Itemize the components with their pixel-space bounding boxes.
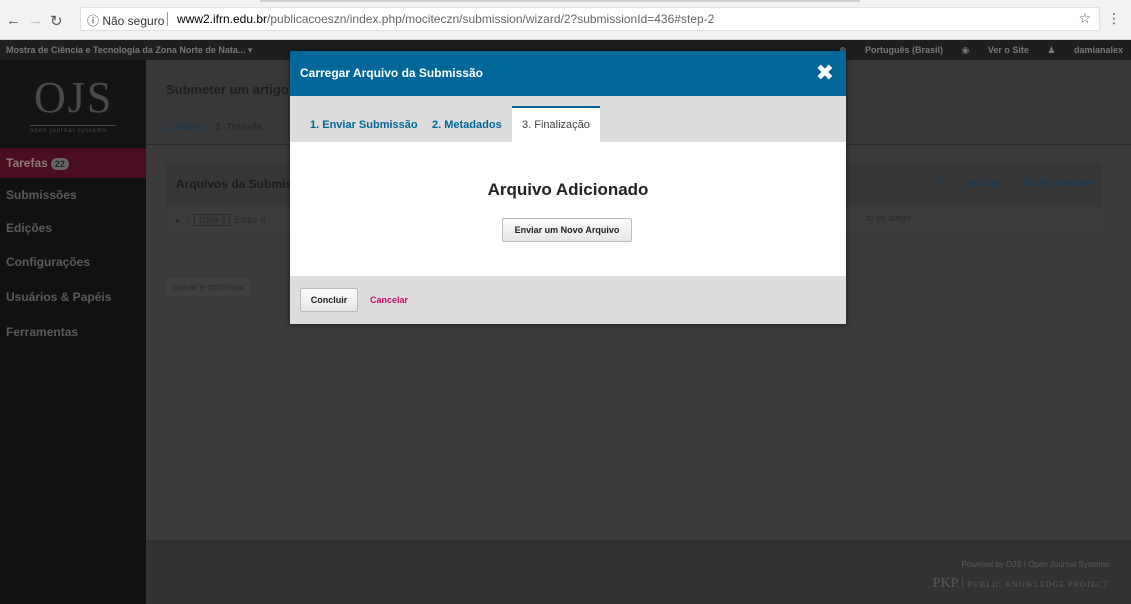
search-link[interactable]: ⚲ Buscar [936,178,1000,189]
page-footer: Powered by OJS | Open Journal Systems PK… [146,540,1131,604]
language-link[interactable]: ⊕ Português (Brasil) [839,45,943,55]
tab-metadados[interactable]: 2. Metadados [422,108,512,142]
browser-menu-icon[interactable]: ⋮ [1107,10,1121,27]
security-indicator[interactable]: ⓘ Não seguro [87,12,164,29]
close-icon[interactable]: ✖ [816,60,834,86]
file-icon: 🗋 [183,215,191,225]
modal-tabs: 1. Enviar Submissão 2. Metadados 3. Fina… [290,96,846,142]
omnibox-divider [167,12,168,26]
logo-rule [30,125,116,126]
file-type: to do artigo [866,213,912,223]
task-count-badge: 22 [50,158,69,170]
language-label: Português (Brasil) [864,45,943,55]
address-bar[interactable]: ⓘ Não seguro www2.ifrn.edu.br/publicacoe… [80,7,1100,31]
bookmark-star-icon[interactable]: ☆ [1078,10,1091,27]
panel-title: Arquivos da Submiss [176,177,299,191]
ojs-logo[interactable]: OJS open journal systems [0,60,146,145]
file-name: Editor d [234,215,266,225]
page-title: Submeter um artigo [166,82,289,97]
view-site-link[interactable]: ◉ Ver o Site [961,45,1028,55]
sidebar: OJS open journal systems Tarefas 22 Submi… [0,60,146,604]
sidebar-item-label: Tarefas [6,156,48,170]
sidebar-item-submissoes[interactable]: Submissões [0,180,146,210]
modal-footer: Concluir Cancelar [290,276,846,324]
upload-file-link[interactable]: Enviar Arquivo [1023,178,1094,189]
browser-toolbar: ← → ↻ ⓘ Não seguro www2.ifrn.edu.br/publ… [0,0,1131,40]
search-label: Buscar [966,178,1001,189]
url-path: /publicacoeszn/index.php/mociteczn/submi… [267,12,715,26]
logo-text: OJS [34,73,114,122]
forward-icon[interactable]: → [28,12,43,29]
sidebar-item-label: Usuários & Papéis [6,290,112,304]
back-icon[interactable]: ← [6,12,21,29]
tab-enviar-submissao[interactable]: 1. Enviar Submissão [300,108,428,142]
file-row[interactable]: ▸ 🗋 1099-1 Editor d [176,213,265,229]
pkp-mark: PKP [932,576,958,591]
sidebar-item-label: Submissões [6,188,77,202]
powered-by: Powered by OJS | Open Journal Systems [961,560,1109,569]
journal-context-switch[interactable]: Mostra de Ciência e Tecnologia da Zona N… [6,45,252,56]
url-host: www2.ifrn.edu.br [177,12,268,26]
sidebar-item-label: Edições [6,221,53,235]
sidebar-item-ferramentas[interactable]: Ferramentas [0,317,146,347]
wizard-steps: 1. Início 2. Transfe [166,122,262,133]
panel-actions: ⚲ Buscar Enviar Arquivo [916,178,1094,189]
modal-header: Carregar Arquivo da Submissão ✖ [290,51,846,96]
url-text[interactable]: www2.ifrn.edu.br/publicacoeszn/index.php… [177,12,714,26]
sidebar-item-usuarios[interactable]: Usuários & Papéis [0,282,146,312]
sidebar-item-tarefas[interactable]: Tarefas 22 [0,148,146,178]
sidebar-item-label: Configurações [6,255,91,269]
pkp-logo[interactable]: PKP | PUBLIC KNOWLEDGE PROJECT [933,576,1109,592]
tab-strip [260,0,860,5]
pkp-name: PUBLIC KNOWLEDGE PROJECT [967,580,1109,589]
logo-subtitle: open journal systems [30,128,107,134]
sidebar-item-edicoes[interactable]: Edições [0,213,146,243]
sidebar-item-label: Ferramentas [6,325,79,339]
step-inicio[interactable]: 1. Início [166,122,203,133]
expand-icon[interactable]: ▸ [176,215,181,225]
sidebar-item-configuracoes[interactable]: Configurações [0,247,146,277]
topbar-right: ⊕ Português (Brasil) ◉ Ver o Site ♟ dami… [823,45,1123,56]
step-transferir[interactable]: 2. Transfe [215,122,262,133]
file-id: 1099-1 [194,214,231,226]
file-added-heading: Arquivo Adicionado [487,180,649,199]
reload-icon[interactable]: ↻ [50,12,63,30]
modal-body: Arquivo Adicionado Enviar um Novo Arquiv… [290,142,846,276]
upload-file-modal: Carregar Arquivo da Submissão ✖ 1. Envia… [290,51,846,324]
upload-new-file-button[interactable]: Enviar um Novo Arquivo [502,218,632,242]
user-menu[interactable]: ♟ damianalex [1047,45,1123,55]
complete-button[interactable]: Concluir [300,288,358,312]
save-continue-button[interactable]: Salvar e continuar [166,278,251,296]
tab-finalizacao[interactable]: 3. Finalização [512,106,600,142]
user-name: damianalex [1073,45,1123,55]
modal-title: Carregar Arquivo da Submissão [300,66,483,80]
cancel-link[interactable]: Cancelar [370,295,408,305]
view-site-label: Ver o Site [987,45,1029,55]
